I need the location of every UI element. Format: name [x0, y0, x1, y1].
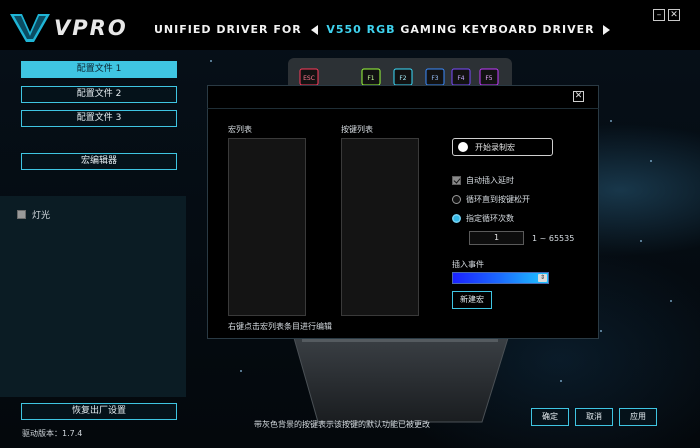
- next-model-icon[interactable]: [603, 25, 611, 35]
- title-bar: VPRO UNIFIED DRIVER FOR V550 RGB GAMING …: [0, 0, 700, 50]
- insert-event-label: 插入事件: [452, 260, 484, 269]
- macro-list-label: 宏列表: [228, 125, 252, 134]
- record-icon: [458, 142, 468, 152]
- key-f5-label: F5: [485, 75, 492, 82]
- lighting-panel: [0, 196, 186, 397]
- key-f4-label: F4: [457, 75, 464, 82]
- profile-3-button[interactable]: 配置文件 3: [21, 110, 177, 127]
- loop-count-range: 1 ~ 65535: [532, 234, 575, 243]
- reset-factory-button[interactable]: 恢复出厂设置: [21, 403, 177, 420]
- profile-2-button[interactable]: 配置文件 2: [21, 86, 177, 103]
- key-f2-label: F2: [399, 75, 406, 82]
- record-label: 开始录制宏: [475, 143, 515, 152]
- dialog-close-button[interactable]: ✕: [573, 91, 584, 102]
- profile-1-button[interactable]: 配置文件 1: [21, 61, 177, 78]
- apply-button[interactable]: 应用: [619, 408, 657, 426]
- loop-count-radio[interactable]: [452, 214, 461, 223]
- prev-model-icon[interactable]: [310, 25, 318, 35]
- dropdown-arrow-icon: ⇕: [538, 274, 547, 282]
- model-name: V550 RGB: [326, 23, 396, 36]
- loop-count-input[interactable]: 1: [469, 231, 524, 245]
- dialog-divider: [207, 108, 599, 109]
- brand-wordmark: VPRO: [54, 16, 128, 40]
- auto-delay-checkbox[interactable]: [452, 176, 461, 185]
- cancel-button[interactable]: 取消: [575, 408, 613, 426]
- light-checkbox[interactable]: [17, 210, 26, 219]
- start-record-button[interactable]: 开始录制宏: [452, 138, 553, 156]
- minimize-button[interactable]: –: [653, 9, 665, 21]
- new-macro-button[interactable]: 新建宏: [452, 291, 492, 309]
- close-button[interactable]: ✕: [668, 9, 680, 21]
- loop-until-release-radio[interactable]: [452, 195, 461, 204]
- auto-delay-option[interactable]: 自动插入延时: [452, 175, 514, 186]
- edit-hint: 右键点击宏列表条目进行编辑: [228, 322, 332, 331]
- driver-version: 驱动版本：1.7.4: [22, 429, 83, 438]
- key-f3-label: F3: [431, 75, 438, 82]
- key-esc-label: ESC: [303, 75, 315, 82]
- macro-editor-button[interactable]: 宏编辑器: [21, 153, 177, 170]
- insert-event-select[interactable]: ⇕: [452, 272, 549, 284]
- light-toggle[interactable]: 灯光: [17, 208, 51, 221]
- ok-button[interactable]: 确定: [531, 408, 569, 426]
- key-list[interactable]: [341, 138, 419, 316]
- key-list-label: 按键列表: [341, 125, 373, 134]
- window-title: UNIFIED DRIVER FOR V550 RGB GAMING KEYBO…: [154, 23, 611, 36]
- key-f1-label: F1: [367, 75, 374, 82]
- loop-until-release-option[interactable]: 循环直到按键松开: [452, 194, 530, 205]
- loop-count-option[interactable]: 指定循环次数: [452, 213, 514, 224]
- macro-list[interactable]: [228, 138, 306, 316]
- footer-note: 带灰色背景的按键表示该按键的默认功能已被更改: [254, 420, 430, 429]
- light-label: 灯光: [32, 211, 51, 221]
